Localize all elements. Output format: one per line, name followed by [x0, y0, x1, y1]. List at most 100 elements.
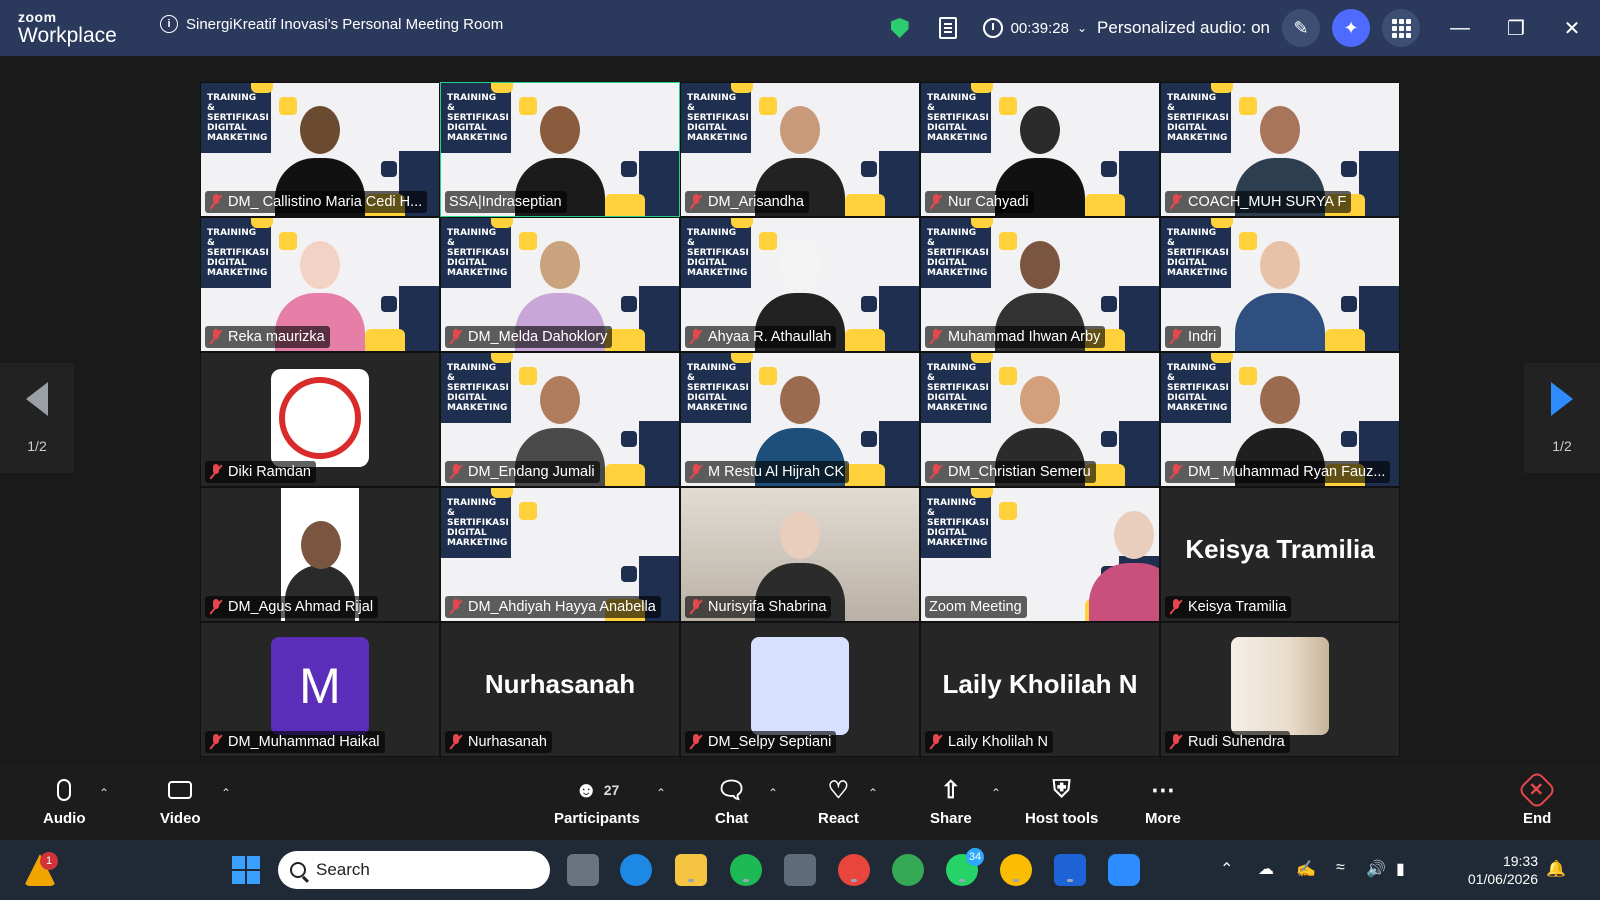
slide-title: TRAINING & SERTIFIKASI DIGITAL MARKETING: [207, 228, 269, 278]
audio-options-caret-icon[interactable]: ⌃: [99, 786, 109, 800]
share-screen-icon: ⇧: [940, 776, 961, 804]
info-icon[interactable]: i: [160, 15, 178, 33]
participant-tile[interactable]: TRAINING & SERTIFIKASI DIGITAL MARKETING…: [200, 217, 440, 352]
participants-button[interactable]: ☻ 27 Participants: [554, 776, 640, 827]
video-options-caret-icon[interactable]: ⌃: [221, 786, 231, 800]
meeting-title[interactable]: i SinergiKreatif Inovasi's Personal Meet…: [160, 15, 503, 33]
participant-tile[interactable]: M DM_Muhammad Haikal: [200, 622, 440, 757]
participant-name-tag: Keisya Tramilia: [1165, 596, 1292, 618]
chat-button[interactable]: 🗨 Chat: [715, 776, 748, 828]
close-icon[interactable]: ✕: [1544, 16, 1600, 41]
whatsapp-icon[interactable]: 34: [946, 848, 984, 886]
participant-tile[interactable]: TRAINING & SERTIFIKASI DIGITAL MARKETING…: [680, 352, 920, 487]
participant-name-tag: Indri: [1165, 326, 1222, 348]
participant-name-tag: Zoom Meeting: [925, 596, 1027, 618]
participant-tile[interactable]: TRAINING & SERTIFIKASI DIGITAL MARKETING…: [1160, 82, 1400, 217]
share-caret-icon[interactable]: ⌃: [991, 786, 1001, 800]
slide-title: TRAINING & SERTIFIKASI DIGITAL MARKETING: [927, 498, 989, 548]
participant-name: Reka maurizka: [228, 329, 325, 345]
timer-chevron-down-icon[interactable]: ⌄: [1077, 21, 1087, 35]
personalized-audio-status[interactable]: Personalized audio: on: [1097, 18, 1270, 38]
title-bar: zoom Workplace i SinergiKreatif Inovasi'…: [0, 0, 1600, 56]
previous-page-button[interactable]: 1/2: [0, 363, 74, 473]
end-meeting-button[interactable]: ✕ End: [1517, 770, 1557, 827]
participant-tile[interactable]: TRAINING & SERTIFIKASI DIGITAL MARKETING…: [200, 82, 440, 217]
participant-tile[interactable]: Keisya Tramilia Keisya Tramilia: [1160, 487, 1400, 622]
participant-name: COACH_MUH SURYA F: [1188, 194, 1347, 210]
participant-tile[interactable]: Nurhasanah Nurhasanah: [440, 622, 680, 757]
volume-icon[interactable]: 🔊: [1366, 859, 1386, 879]
slide-title: TRAINING & SERTIFIKASI DIGITAL MARKETING: [447, 498, 509, 548]
participants-caret-icon[interactable]: ⌃: [656, 786, 666, 800]
slide-title: TRAINING & SERTIFIKASI DIGITAL MARKETING: [927, 363, 989, 413]
pen-input-icon[interactable]: ✍: [1296, 859, 1316, 879]
participant-tile[interactable]: Nurisyifa Shabrina: [680, 487, 920, 622]
chrome-profile-3-icon[interactable]: [1000, 854, 1032, 886]
edge-browser-icon[interactable]: [620, 854, 652, 886]
participant-tile[interactable]: DM_Selpy Septiani: [680, 622, 920, 757]
file-explorer-icon[interactable]: [675, 854, 707, 886]
ai-companion-sparkle-icon[interactable]: ✦: [1332, 9, 1370, 47]
slide-title: TRAINING & SERTIFIKASI DIGITAL MARKETING: [1167, 363, 1229, 413]
apps-grid-icon[interactable]: [1382, 9, 1420, 47]
calculator-icon[interactable]: [784, 854, 816, 886]
participant-tile[interactable]: TRAINING & SERTIFIKASI DIGITAL MARKETING…: [920, 352, 1160, 487]
participant-tile[interactable]: TRAINING & SERTIFIKASI DIGITAL MARKETING…: [440, 352, 680, 487]
minimize-icon[interactable]: —: [1432, 17, 1488, 40]
muted-mic-icon: [449, 734, 463, 750]
participant-tile[interactable]: DM_Agus Ahmad Rijal: [200, 487, 440, 622]
media-player-icon[interactable]: [1054, 854, 1086, 886]
participant-video: [1235, 233, 1325, 351]
participant-tile[interactable]: TRAINING & SERTIFIKASI DIGITAL MARKETING…: [440, 82, 680, 217]
task-view-icon[interactable]: [567, 854, 599, 886]
pencil-annotate-icon[interactable]: ✎: [1282, 9, 1320, 47]
react-button[interactable]: ♡ React: [818, 776, 859, 828]
encryption-shield-icon[interactable]: [890, 18, 909, 38]
participant-tile[interactable]: TRAINING & SERTIFIKASI DIGITAL MARKETING…: [680, 217, 920, 352]
audio-button[interactable]: Audio: [43, 776, 86, 827]
participant-tile[interactable]: TRAINING & SERTIFIKASI DIGITAL MARKETING…: [920, 217, 1160, 352]
taskbar-search[interactable]: Search: [278, 851, 550, 889]
search-placeholder: Search: [316, 860, 370, 879]
chrome-profile-1-icon[interactable]: [838, 854, 870, 886]
muted-mic-icon: [209, 464, 223, 480]
notifications-icon[interactable]: 🔔: [1546, 859, 1566, 879]
spotify-icon[interactable]: [730, 854, 762, 886]
video-gallery: 1/2 1/2 TRAINING & SERTIFIKASI DIGITAL M…: [0, 56, 1600, 764]
onedrive-cloud-icon[interactable]: ☁: [1258, 859, 1274, 879]
participant-name-tag: Nurhasanah: [445, 731, 552, 753]
muted-mic-icon: [1169, 599, 1183, 615]
participant-tile[interactable]: TRAINING & SERTIFIKASI DIGITAL MARKETING…: [920, 82, 1160, 217]
meeting-notes-icon[interactable]: [938, 17, 957, 39]
participant-tile[interactable]: TRAINING & SERTIFIKASI DIGITAL MARKETING…: [920, 487, 1160, 622]
share-button[interactable]: ⇧ Share: [930, 776, 972, 828]
battery-icon[interactable]: ▮: [1396, 859, 1405, 879]
meeting-title-text: SinergiKreatif Inovasi's Personal Meetin…: [186, 15, 504, 33]
windows-start-icon[interactable]: [230, 854, 262, 886]
video-button[interactable]: Video: [160, 776, 201, 827]
participant-tile[interactable]: Rudi Suhendra: [1160, 622, 1400, 757]
participants-count: 27: [603, 782, 620, 798]
restore-icon[interactable]: ❐: [1488, 16, 1544, 41]
participant-name: Nurhasanah: [468, 734, 547, 750]
tray-chevron-up-icon[interactable]: ⌃: [1220, 859, 1233, 879]
participant-tile[interactable]: TRAINING & SERTIFIKASI DIGITAL MARKETING…: [1160, 352, 1400, 487]
participant-name: Zoom Meeting: [929, 599, 1022, 615]
host-tools-button[interactable]: ⛨ Host tools: [1025, 776, 1098, 827]
next-page-button[interactable]: 1/2: [1524, 363, 1600, 473]
brand-top: zoom: [18, 9, 57, 25]
react-caret-icon[interactable]: ⌃: [868, 786, 878, 800]
participant-tile[interactable]: TRAINING & SERTIFIKASI DIGITAL MARKETING…: [440, 487, 680, 622]
participant-tile[interactable]: TRAINING & SERTIFIKASI DIGITAL MARKETING…: [1160, 217, 1400, 352]
participant-tile[interactable]: Laily Kholilah N Laily Kholilah N: [920, 622, 1160, 757]
zoom-app-icon[interactable]: [1108, 854, 1140, 886]
chat-caret-icon[interactable]: ⌃: [768, 786, 778, 800]
participant-tile[interactable]: Diki Ramdan: [200, 352, 440, 487]
chrome-profile-2-icon[interactable]: [892, 854, 924, 886]
participant-tile[interactable]: TRAINING & SERTIFIKASI DIGITAL MARKETING…: [680, 82, 920, 217]
system-clock[interactable]: 19:33 01/06/2026: [1468, 852, 1538, 888]
wifi-icon[interactable]: ≈: [1336, 859, 1345, 877]
participant-tile[interactable]: TRAINING & SERTIFIKASI DIGITAL MARKETING…: [440, 217, 680, 352]
more-button[interactable]: ⋯ More: [1145, 776, 1181, 828]
participant-name: DM_ Muhammad Ryan Fauz...: [1188, 464, 1386, 480]
